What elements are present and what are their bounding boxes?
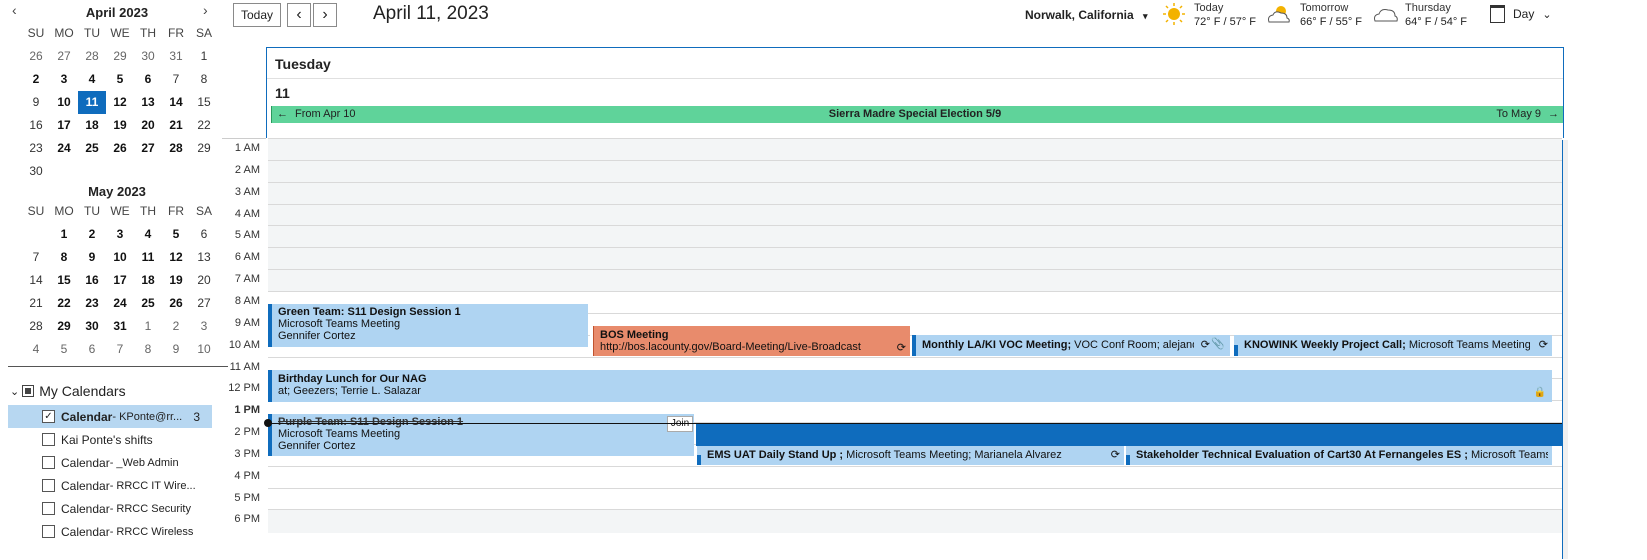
event-title: Monthly LA/KI VOC Meeting; (922, 339, 1072, 351)
event-title: Stakeholder Technical Evaluation of Cart… (1136, 449, 1468, 461)
event-title: Purple Team: S11 Design Session 1 (278, 416, 464, 428)
event-location: Microsoft Teams Meeting (278, 428, 401, 440)
hour-label: 5 AM (234, 229, 260, 241)
event-monthly-voc[interactable]: Monthly LA/KI VOC Meeting; VOC Conf Room… (912, 335, 1230, 356)
event-location: Microsoft Teams Meeting (278, 318, 401, 330)
recurring-icon: ⟳ (896, 342, 906, 354)
hour-label: 11 AM (229, 361, 260, 373)
event-details: VOC Conf Room; alejandra (1074, 339, 1194, 351)
event-bar (912, 335, 916, 356)
event-bar (1234, 345, 1238, 356)
event-green-team[interactable]: Green Team: S11 Design Session 1 Microso… (268, 304, 588, 347)
recurring-icon: ⟳ (1200, 339, 1210, 351)
event-ems-standup[interactable]: EMS UAT Daily Stand Up ; Microsoft Teams… (697, 446, 1124, 465)
event-bar (268, 304, 272, 347)
event-bar (697, 455, 701, 465)
hour-label: 8 AM (234, 295, 260, 307)
hour-grid: 1 AM 2 AM 3 AM 4 AM 5 AM 6 AM 7 AM 8 AM 9 AM 10 A… (0, 0, 1647, 559)
lock-icon: 🔒 (1533, 387, 1546, 398)
event-bar (268, 370, 272, 402)
hour-label: 1 PM (234, 404, 260, 416)
event-birthday-lunch[interactable]: Birthday Lunch for Our NAG at; Geezers; … (268, 370, 1552, 402)
hour-label: 6 PM (234, 513, 260, 525)
hour-label: 1 AM (234, 142, 260, 154)
event-bar (1126, 455, 1130, 465)
current-time-dot (264, 419, 272, 427)
hour-label: 3 PM (234, 448, 260, 460)
event-location: at; Geezers; Terrie L. Salazar (278, 385, 421, 397)
hour-label: 7 AM (234, 273, 260, 285)
hour-label: 5 PM (234, 492, 260, 504)
hour-label: 2 AM (234, 164, 260, 176)
hour-slot[interactable] (268, 269, 1562, 293)
join-button[interactable]: Join (667, 416, 693, 432)
hour-slot[interactable] (268, 509, 1562, 533)
hour-label: 4 AM (234, 208, 260, 220)
recurring-icon: ⟳ (1538, 339, 1548, 351)
event-bar (590, 326, 594, 356)
hour-label: 3 AM (234, 186, 260, 198)
hour-slot[interactable] (268, 225, 1562, 249)
recurring-icon: ⟳ (1110, 449, 1120, 461)
hour-slot[interactable] (268, 182, 1562, 206)
event-location: http://bos.lacounty.gov/Board-Meeting/Li… (600, 341, 861, 353)
hour-label: 6 AM (234, 251, 260, 263)
hour-slot[interactable] (268, 138, 1562, 162)
event-organizer: Gennifer Cortez (278, 440, 356, 452)
scrollbar[interactable] (1562, 140, 1568, 559)
hour-slot[interactable] (268, 160, 1562, 184)
event-details: Microsoft Teams Meeting; Marianela Alvar… (843, 449, 1062, 461)
event-details: Microsoft Teams Mee (1470, 449, 1548, 461)
hour-label: 4 PM (234, 470, 260, 482)
event-title: EMS UAT Daily Stand Up ; (707, 449, 844, 461)
event-bos-meeting[interactable]: BOS Meeting http://bos.lacounty.gov/Boar… (590, 326, 910, 356)
current-time-block (696, 424, 1562, 446)
event-knowink[interactable]: KNOWINK Weekly Project Call; Microsoft T… (1234, 335, 1552, 356)
event-title: BOS Meeting (600, 329, 669, 341)
attachment-icon: 📎 (1211, 338, 1225, 350)
event-title: Birthday Lunch for Our NAG (278, 373, 427, 385)
event-title: KNOWINK Weekly Project Call; (1244, 339, 1406, 351)
hour-slot[interactable] (268, 466, 1562, 490)
event-purple-team[interactable]: Purple Team: S11 Design Session 1 Micros… (268, 414, 694, 456)
hour-label: 10 AM (228, 339, 260, 351)
hour-slot[interactable] (268, 247, 1562, 271)
hour-label: 9 AM (234, 317, 260, 329)
hour-label: 12 PM (228, 382, 260, 394)
current-time-line (268, 423, 1562, 424)
hour-label: 2 PM (234, 426, 260, 438)
event-title: Green Team: S11 Design Session 1 (278, 306, 461, 318)
event-details: Microsoft Teams Meeting; A (1405, 339, 1530, 351)
event-stakeholder-evaluation[interactable]: Stakeholder Technical Evaluation of Cart… (1126, 446, 1552, 465)
event-organizer: Gennifer Cortez (278, 330, 356, 342)
